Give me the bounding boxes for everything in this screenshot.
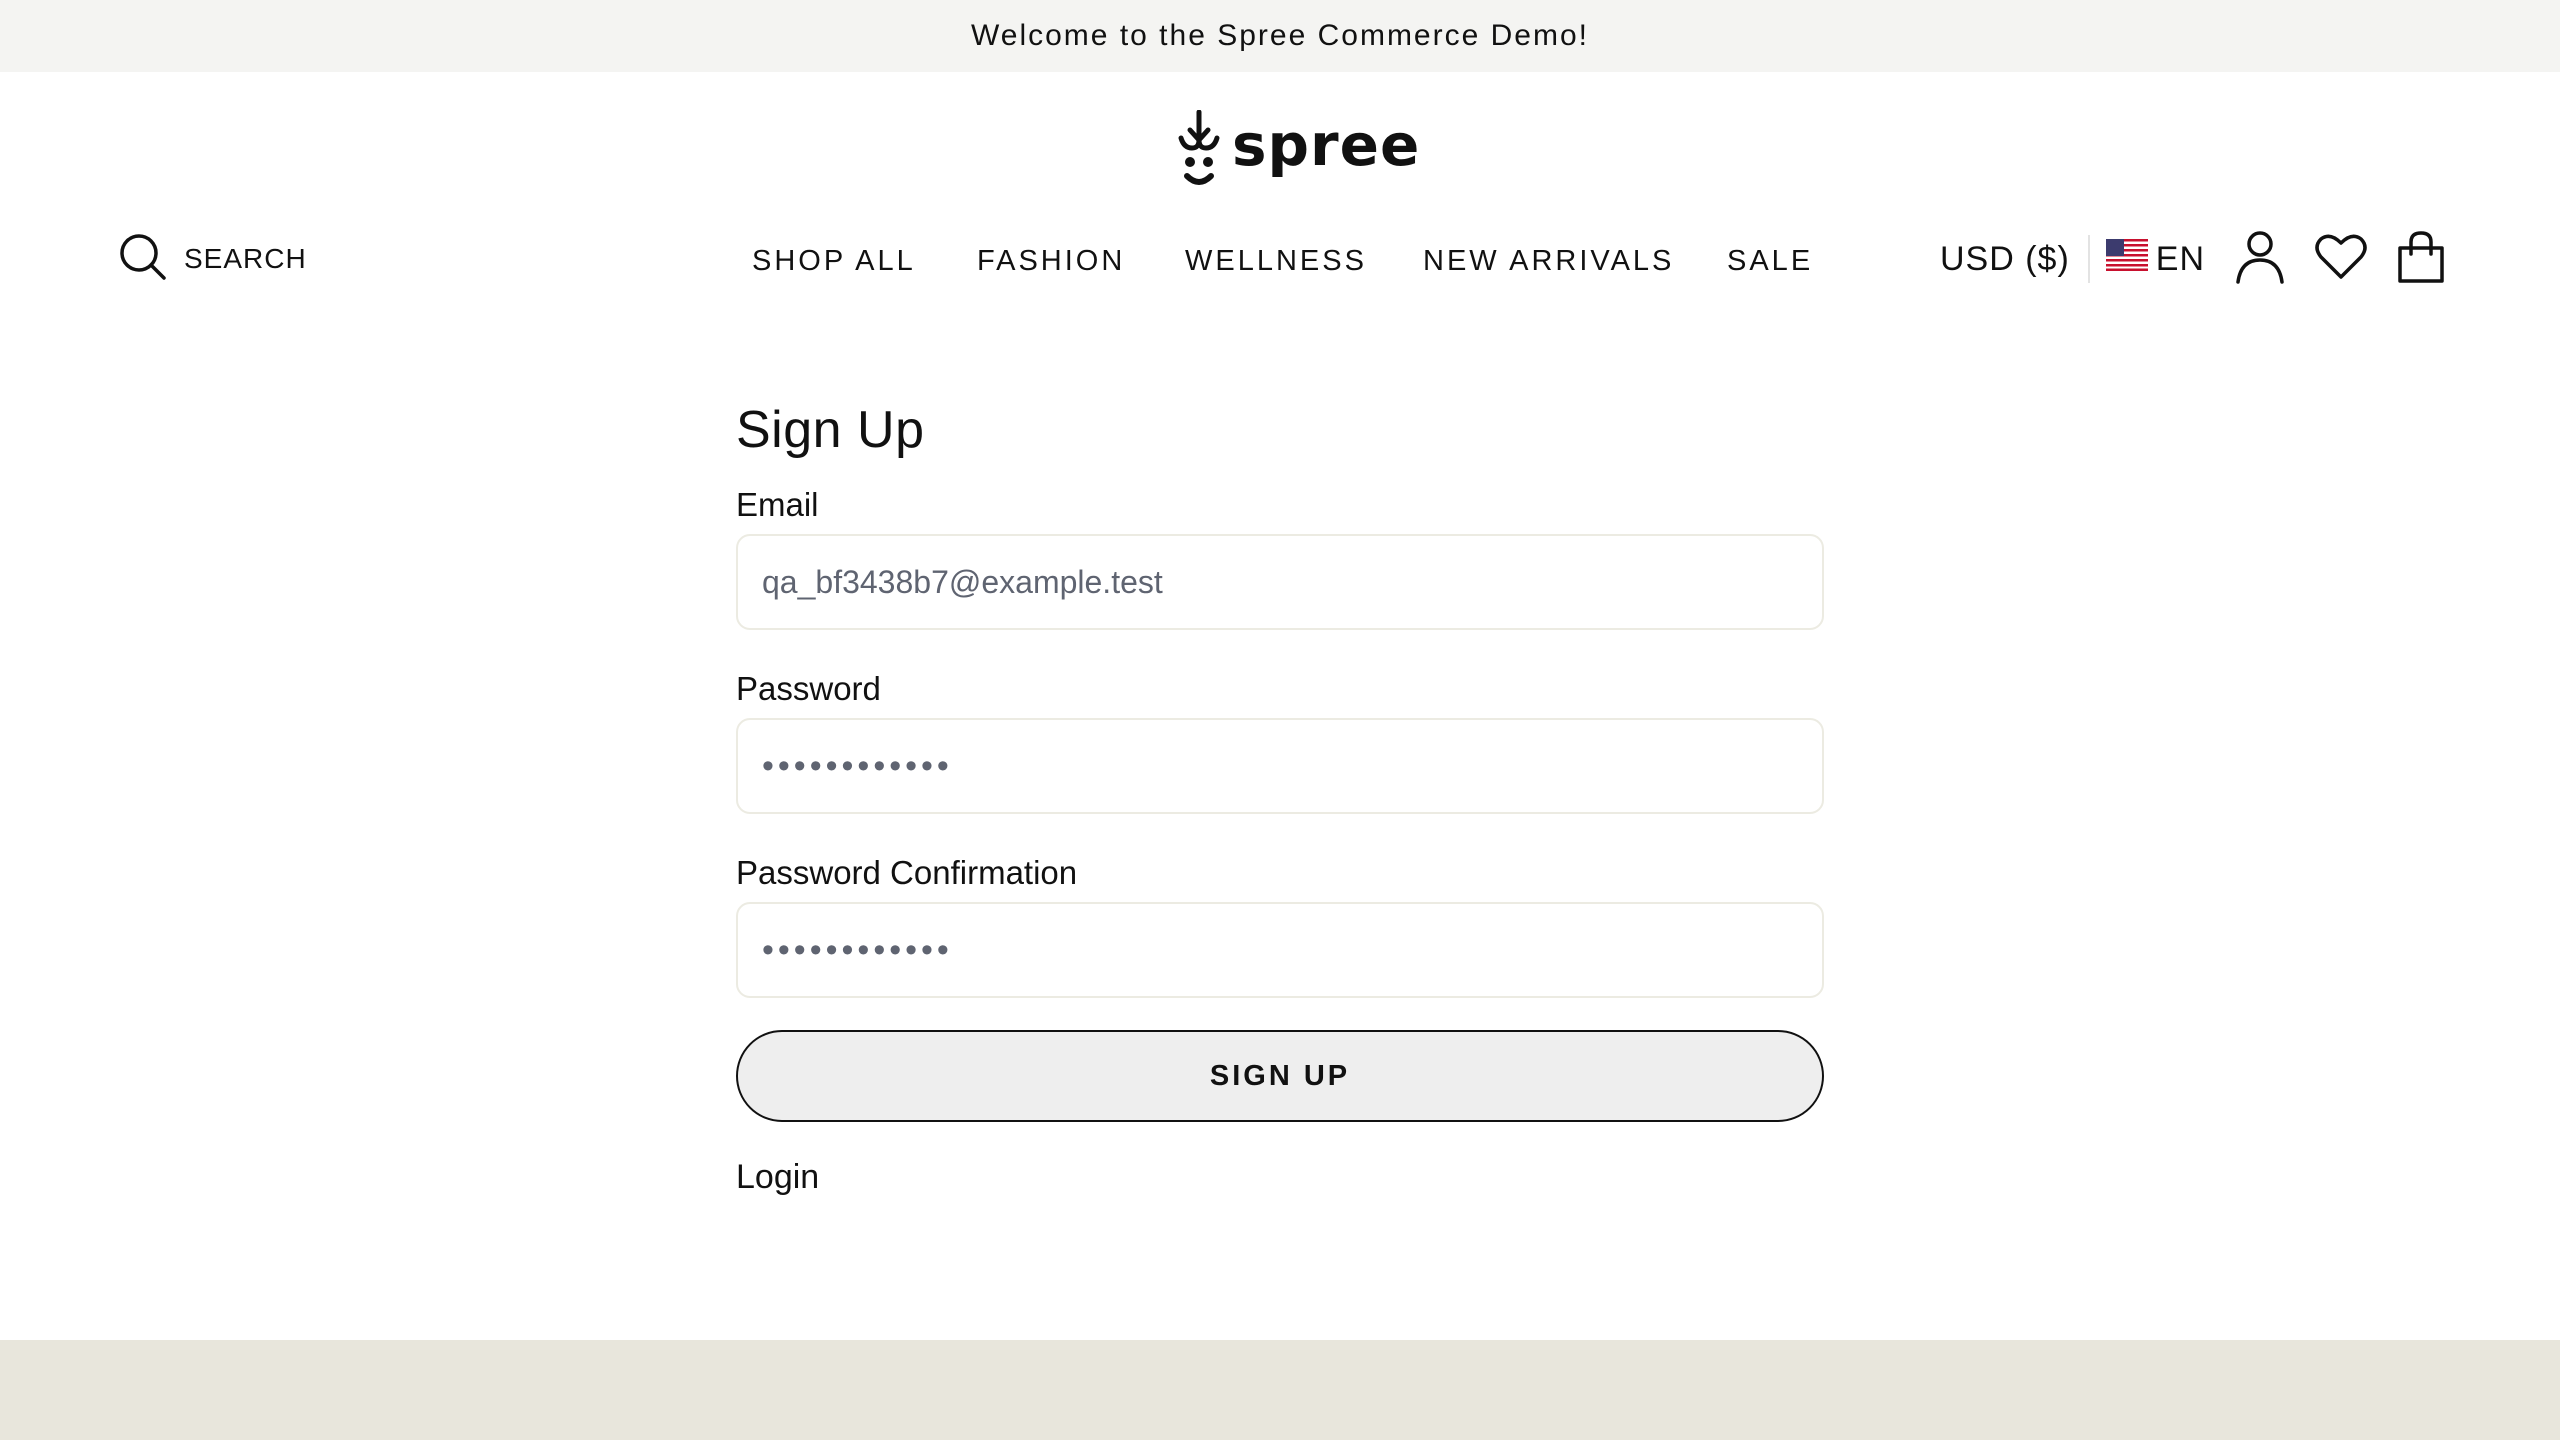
shopping-bag-icon (2397, 230, 2445, 289)
cart-button[interactable] (2397, 230, 2445, 289)
account-icon (2235, 230, 2285, 289)
currency-selector[interactable]: USD ($) (1940, 240, 2070, 279)
heart-icon (2315, 233, 2367, 286)
email-field[interactable] (736, 534, 1824, 630)
us-flag-icon (2105, 238, 2156, 280)
header-utilities: USD ($) EN (1940, 226, 2445, 292)
login-link[interactable]: Login (736, 1158, 819, 1197)
nav-item-sale[interactable]: SALE (1727, 236, 1813, 286)
nav-item-fashion[interactable]: FASHION (977, 236, 1125, 286)
spree-logo-icon (1176, 110, 1222, 190)
sign-up-button[interactable]: SIGN UP (736, 1030, 1824, 1122)
divider (2087, 235, 2090, 283)
signup-form: Sign Up Email Password Password Confirma… (736, 380, 1824, 1197)
password-field[interactable] (736, 718, 1824, 814)
wishlist-button[interactable] (2315, 233, 2367, 286)
password-confirmation-label: Password Confirmation (736, 854, 1078, 891)
password-label: Password (736, 670, 881, 707)
brand-logo[interactable]: spree (1176, 108, 1419, 192)
language-label: EN (2155, 239, 2206, 278)
nav-item-new-arrivals[interactable]: NEW ARRIVALS (1423, 236, 1674, 286)
nav-item-wellness[interactable]: WELLNESS (1185, 236, 1367, 286)
nav-item-shop-all[interactable]: SHOP ALL (752, 236, 916, 286)
announcement-text: Welcome to the Spree Commerce Demo! (971, 19, 1589, 52)
brand-name: spree (1232, 111, 1421, 179)
announcement-bar: Welcome to the Spree Commerce Demo! (0, 0, 2560, 72)
password-confirmation-field[interactable] (736, 902, 1824, 998)
account-button[interactable] (2235, 230, 2285, 289)
page-title: Sign Up (736, 401, 925, 459)
footer (0, 1340, 2560, 1440)
email-label: Email (736, 486, 819, 523)
language-selector[interactable]: EN (2105, 238, 2206, 280)
